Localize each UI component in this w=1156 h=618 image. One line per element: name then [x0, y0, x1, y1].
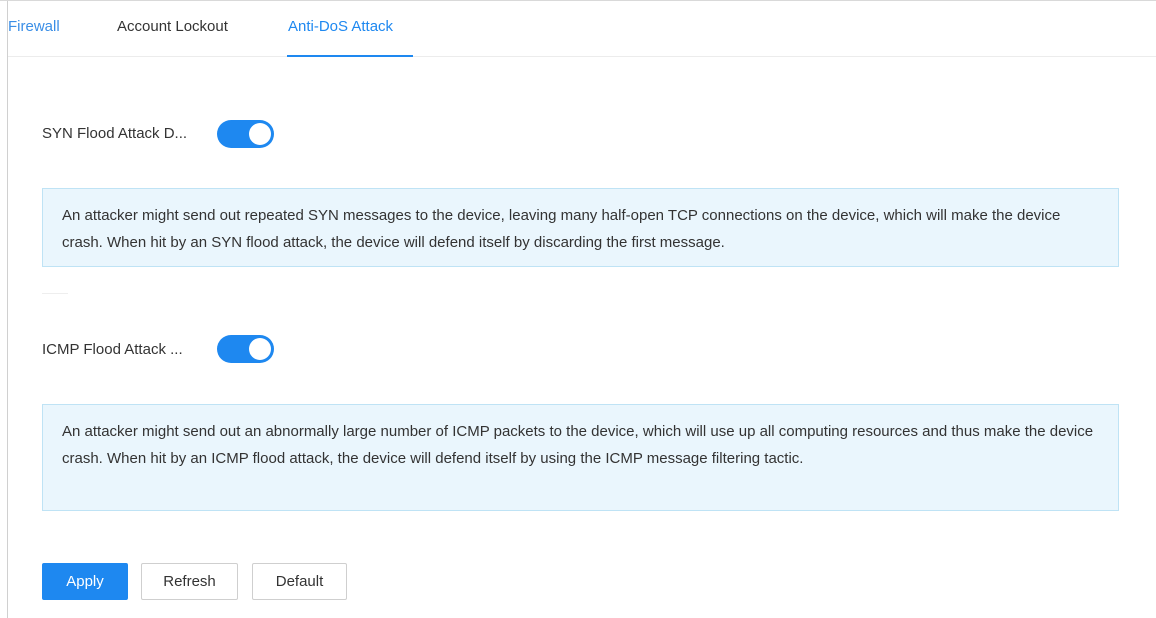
- tab-account-lockout[interactable]: Account Lockout: [117, 18, 228, 35]
- icmp-flood-info-text: An attacker might send out an abnormally…: [62, 423, 1094, 467]
- tab-bar: Firewall Account Lockout Anti-DoS Attack: [8, 2, 1156, 57]
- toggle-knob: [249, 338, 271, 360]
- refresh-button[interactable]: Refresh: [141, 563, 238, 600]
- icmp-flood-label: ICMP Flood Attack ...: [42, 341, 183, 358]
- syn-flood-info-box: An attacker might send out repeated SYN …: [42, 188, 1119, 267]
- toggle-knob: [249, 123, 271, 145]
- syn-flood-info-text: An attacker might send out repeated SYN …: [62, 207, 1061, 251]
- icmp-flood-info-box: An attacker might send out an abnormally…: [42, 404, 1119, 511]
- tab-firewall[interactable]: Firewall: [8, 18, 60, 35]
- active-tab-indicator: [287, 55, 413, 57]
- syn-flood-toggle[interactable]: [217, 120, 274, 148]
- tab-anti-dos-attack[interactable]: Anti-DoS Attack: [288, 18, 393, 35]
- icmp-flood-toggle[interactable]: [217, 335, 274, 363]
- left-border: [7, 1, 8, 618]
- page-frame: Firewall Account Lockout Anti-DoS Attack…: [0, 0, 1156, 618]
- syn-flood-label: SYN Flood Attack D...: [42, 125, 188, 142]
- default-button[interactable]: Default: [252, 563, 347, 600]
- apply-button[interactable]: Apply: [42, 563, 128, 600]
- divider: [42, 293, 68, 294]
